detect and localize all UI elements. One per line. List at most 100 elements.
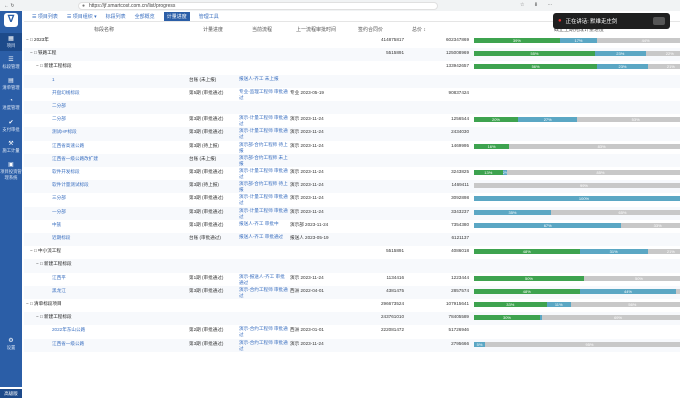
row-progress-period[interactable]: 第2期 (审批通过) [189,327,223,333]
row-progress-period[interactable]: 第3期 (待上报) [189,143,219,149]
row-name[interactable]: 测试HP标段 [52,129,77,135]
row-total-price: 107915641 [446,301,469,306]
sidebar-item-4[interactable]: ✔ 支付审批 [0,117,22,135]
row-name[interactable]: 黑龙江 [52,288,66,294]
row-progress-period[interactable]: 第3期 (审批通过) [189,195,223,201]
row-name[interactable]: 江西省一级公路 [52,341,84,347]
row-current-flow[interactable]: 演示-计量工程师 审批通过 [239,115,289,127]
row-prev-date: 演示 2023-11-24 [290,129,324,135]
sidebar-item-7[interactable]: ⚙ 设置 [0,335,22,353]
col-header-flow[interactable]: 当前流程 [252,26,272,33]
progress-segment: 83% [509,143,680,149]
browser-action-icons[interactable]: ☆ ⬇ ⋯ [520,2,556,8]
tab-5[interactable]: 管理工具 [199,13,219,20]
tab-4[interactable]: 计量进度 [163,11,190,21]
row-name[interactable]: 三分部 [52,195,66,201]
row-current-flow[interactable]: 演示部-合约工程师 未上报 [239,155,289,167]
row-current-flow[interactable]: 报送人-齐工 审批通过 [239,234,289,240]
row-prev-date: 专业 2023-05-19 [290,89,324,95]
row-prev-date: 演示 2023-11-24 [290,142,324,148]
row-name: − □ 清单标段项目 [26,301,62,306]
tab-2[interactable]: 标段列表 [106,13,126,20]
sidebar-item-icon: ✔ [8,120,14,126]
row-current-flow[interactable]: 演示-合约工程师 审批通过 [239,326,289,338]
row-current-flow[interactable]: 演示部-合约工程师 待上报 [239,181,289,193]
row-progress-period[interactable]: 台账 (审批通过) [189,235,221,241]
sidebar-item-3[interactable]: ◔ 进度管理 [0,96,22,114]
row-total-price: 1469411 [451,182,469,188]
row-progress-period[interactable]: 第5期 (审批通过) [189,90,223,96]
row-current-flow[interactable]: 演示-报送人-齐工 审批通过 [239,274,289,286]
tab-1[interactable]: ☰ 项目组织 ▾ [67,13,97,20]
row-current-flow[interactable]: 报送人-齐工 未上报 [239,76,289,82]
row-name[interactable]: 1 [52,77,55,83]
lock-icon: ● [82,2,86,9]
tab-0[interactable]: ☰ 项目列表 [32,13,58,20]
row-current-flow[interactable]: 演示部-合约工程师 待上报 [239,142,289,154]
row-progress-period[interactable]: 台账 (未上报) [189,77,216,83]
row-progress-period[interactable]: 第3期 (审批通过) [189,116,223,122]
row-name[interactable]: 中族 [52,222,61,228]
row-progress-period[interactable]: 第3期 (审批通过) [189,341,223,347]
sidebar-item-icon: ◔ [9,98,13,104]
row-prev-date: 演示 2023-11-24 [290,208,324,214]
toast-text: 正在讲话: 默维走庄剑 [565,19,618,25]
sidebar-item-2[interactable]: ▤ 清单管理 [0,75,22,93]
progress-segment: 11% [546,302,571,307]
sidebar-item-icon: ☰ [8,57,14,63]
raise-hand-icon[interactable] [653,17,665,25]
app-logo[interactable]: ∇ [4,13,18,27]
row-name[interactable]: 软件计量测试标段 [52,182,89,188]
address-bar[interactable]: ● https://jf.smartcost.com.cn/list/progr… [78,1,438,10]
row-current-flow[interactable]: 演示-计量工程师 审批通过 [239,208,289,220]
row-current-flow[interactable]: 演示-计量工程师 审批通过 [239,128,289,140]
row-progress-period[interactable]: 第3期 (审批通过) [189,288,223,294]
sidebar-item-6[interactable]: ▣ 项目投资管理系统 [0,159,22,180]
row-name[interactable]: 2022年东山公路 [52,327,85,333]
row-total-price: 78405589 [448,314,469,320]
col-header-contract[interactable]: 签约合同价 [358,26,383,33]
browser-nav-buttons[interactable]: ← ↻ [4,3,15,9]
row-name[interactable]: 开盘幻线标段 [52,90,80,96]
row-current-flow[interactable]: 专业-监理工程师 审批通过 [239,89,289,101]
sidebar-item-1[interactable]: ☰ 标段管理 [0,54,22,72]
row-progress-period[interactable]: 第3期 (审批通过) [189,169,223,175]
row-current-flow[interactable]: 演示-合约工程师 审批通过 [239,287,289,299]
row-progress-period[interactable]: 台账 (未上报) [189,156,216,162]
row-name[interactable]: 江西平 [52,275,66,281]
col-header-total[interactable]: 总价 ↕ [412,26,426,33]
progress-bar: 30% 69% [474,315,680,321]
progress-segment: 23% [597,64,648,70]
row-name[interactable]: 二分部 [52,116,66,122]
row-prev-date: 西洲 2022-04-01 [290,287,324,293]
row-progress-period[interactable]: 第1期 (审批通过) [189,222,223,228]
table-row: 一分部 第3期 (审批通过) 演示-计量工程师 审批通过 演示 2023-11-24 3… [24,206,680,220]
row-current-flow[interactable]: 报送人-齐工 审批中 [239,221,289,227]
row-current-flow[interactable]: 演示-计量工程师 审批通过 [239,194,289,206]
progress-segment: 48% [474,249,580,255]
sidebar-item-5[interactable]: ⚒ 施工计量 [0,138,22,156]
row-name[interactable]: 一分部 [52,209,66,215]
row-progress-period[interactable]: 第1期 (审批通过) [189,275,223,281]
sidebar-item-0[interactable]: ▦ 项目 [0,33,22,51]
row-progress-period[interactable]: 第3期 (审批通过) [189,209,223,215]
table-row: 测试HP标段 第3期 (审批通过) 演示-计量工程师 审批通过 演示 2023-11-… [24,127,680,141]
row-progress-period[interactable]: 第3期 (审批通过) [189,129,223,135]
progress-bar: 20% 27% 53% [474,117,680,123]
row-name[interactable]: 近期标段 [52,235,70,241]
tab-3[interactable]: 全部概览 [135,13,155,20]
col-header-progress[interactable]: 计量进度 [203,26,223,33]
row-total-price: 3092898 [451,195,469,201]
row-name[interactable]: 江西省高速公路 [52,143,84,149]
col-header-name[interactable]: 标段名称 [94,26,114,33]
row-name[interactable]: 软件开发标段 [52,169,80,175]
table-row: − □ 新建工程标段 [24,259,680,273]
col-header-prev-date[interactable]: 上一流程审批时间 [296,26,336,33]
row-name[interactable]: 二分部 [52,103,66,109]
row-name[interactable]: 江西省一级公路改扩建 [52,156,98,162]
row-current-flow[interactable]: 演示-计量工程师 审批通过 [239,168,289,180]
row-progress-period[interactable]: 第3期 (待上报) [189,182,219,188]
progress-segment: 100% [474,196,680,202]
sidebar-item-label: 清单管理 [2,85,20,90]
row-current-flow[interactable]: 演示-合约工程师 审批通过 [239,340,289,352]
